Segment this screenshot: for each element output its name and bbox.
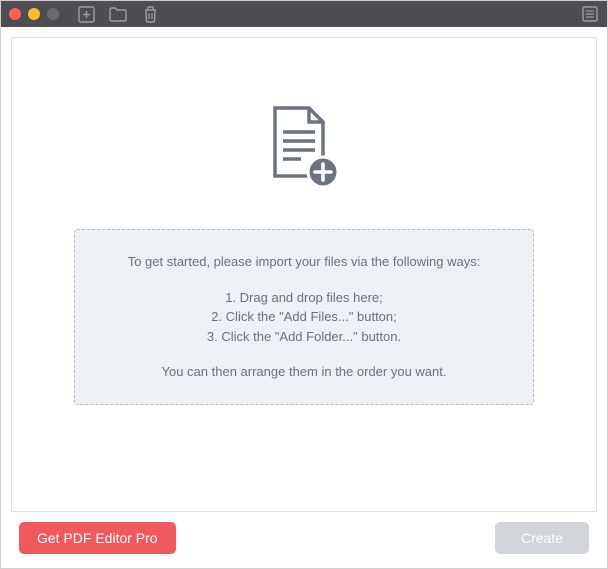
instruction-step-1: 1. Drag and drop files here;	[105, 288, 503, 308]
traffic-lights	[9, 8, 59, 20]
fullscreen-window-button[interactable]	[47, 8, 59, 20]
app-window: To get started, please import your files…	[0, 0, 608, 569]
instruction-step-2: 2. Click the "Add Files..." button;	[105, 307, 503, 327]
add-folder-icon[interactable]	[109, 5, 127, 23]
content-area: To get started, please import your files…	[1, 27, 607, 568]
close-window-button[interactable]	[9, 8, 21, 20]
list-view-icon[interactable]	[581, 5, 599, 23]
instructions-box: To get started, please import your files…	[74, 229, 534, 405]
title-bar	[1, 1, 607, 27]
main-area[interactable]: To get started, please import your files…	[11, 37, 597, 512]
delete-icon[interactable]	[141, 5, 159, 23]
footer: Get PDF Editor Pro Create	[11, 512, 597, 558]
toolbar	[77, 5, 159, 23]
create-button[interactable]: Create	[495, 522, 589, 554]
instruction-step-3: 3. Click the "Add Folder..." button.	[105, 327, 503, 347]
minimize-window-button[interactable]	[28, 8, 40, 20]
instructions-steps: 1. Drag and drop files here; 2. Click th…	[105, 288, 503, 347]
add-files-icon[interactable]	[77, 5, 95, 23]
get-pdf-editor-pro-button[interactable]: Get PDF Editor Pro	[19, 522, 176, 554]
instructions-intro: To get started, please import your files…	[105, 252, 503, 272]
document-add-icon	[265, 104, 343, 199]
instructions-outro: You can then arrange them in the order y…	[105, 362, 503, 382]
